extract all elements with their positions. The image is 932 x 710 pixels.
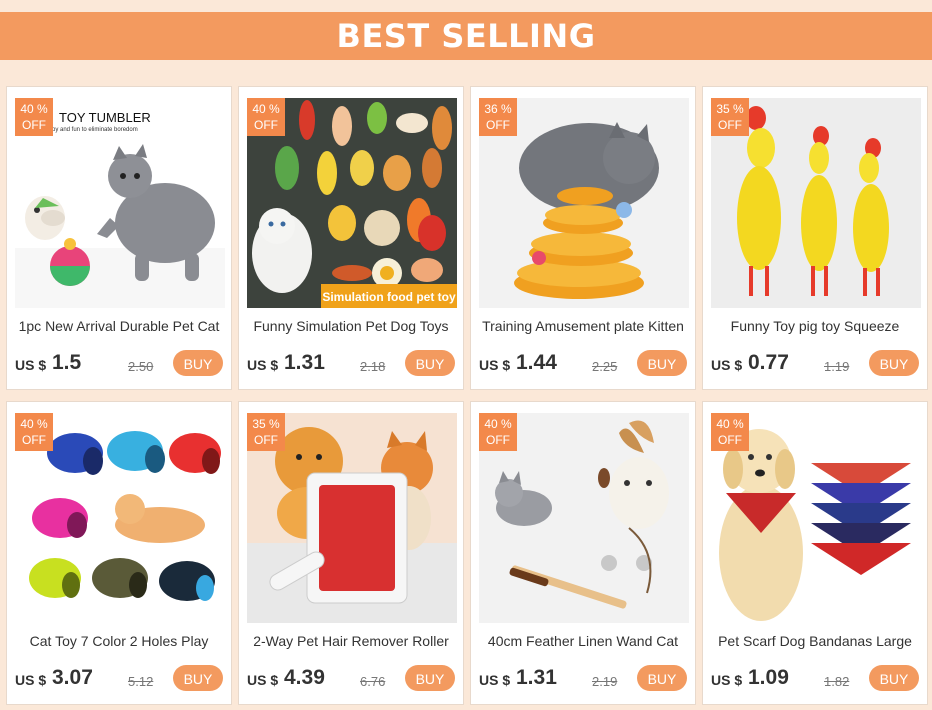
product-title[interactable]: Training Amusement plate Kitten	[477, 318, 689, 334]
currency-label: US $	[247, 357, 279, 373]
old-price: 2.25	[592, 359, 618, 374]
price: 1.31	[516, 666, 557, 689]
price-row: US $ 4.39 6.76 BUY	[247, 665, 455, 693]
discount-off-label: OFF	[254, 433, 278, 447]
old-price: 2.18	[360, 359, 386, 374]
price-row: US $ 3.07 5.12 BUY	[15, 665, 223, 693]
product-card[interactable]: 35 % OFF 2-Way Pet Hair Remover Roller U…	[238, 401, 464, 705]
product-image[interactable]: 40 % OFF	[479, 413, 689, 623]
price: 0.77	[748, 351, 789, 374]
buy-button[interactable]: BUY	[637, 665, 687, 691]
product-card[interactable]: 40 % OFF Simulation food pet toy Funny S…	[238, 86, 464, 390]
discount-percent: 40 %	[20, 102, 48, 116]
price-row: US $ 1.5 2.50 BUY	[15, 350, 223, 378]
section-header: BEST SELLING	[0, 12, 932, 60]
product-title[interactable]: 40cm Feather Linen Wand Cat	[477, 633, 689, 649]
buy-button[interactable]: BUY	[173, 665, 223, 691]
discount-percent: 40 %	[716, 417, 744, 431]
product-card[interactable]: 36 % OFF Training Amusement plate Kitten	[470, 86, 696, 390]
currency-label: US $	[479, 672, 511, 688]
price-row: US $ 1.31 2.18 BUY	[247, 350, 455, 378]
product-title[interactable]: 2-Way Pet Hair Remover Roller	[245, 633, 457, 649]
buy-button[interactable]: BUY	[405, 350, 455, 376]
price-row: US $ 1.44 2.25 BUY	[479, 350, 687, 378]
product-image[interactable]: 40 % OFF	[711, 413, 921, 623]
image-caption: TOY TUMBLER	[59, 110, 151, 125]
old-price: 2.19	[592, 674, 618, 689]
currency-label: US $	[479, 357, 511, 373]
product-title[interactable]: 1pc New Arrival Durable Pet Cat	[13, 318, 225, 334]
discount-badge: 35 % OFF	[247, 413, 285, 451]
discount-off-label: OFF	[22, 118, 46, 132]
product-card[interactable]: 35 % OFF Funny Toy pig toy Squeeze US $ …	[702, 86, 928, 390]
image-subcaption: Joy and fun to eliminate boredom	[49, 127, 138, 133]
product-card[interactable]: 40 % OFF TOY TUMBLER Joy and fun to elim…	[6, 86, 232, 390]
buy-button[interactable]: BUY	[869, 350, 919, 376]
discount-off-label: OFF	[22, 433, 46, 447]
product-title[interactable]: Funny Simulation Pet Dog Toys	[245, 318, 457, 334]
discount-badge: 40 % OFF	[711, 413, 749, 451]
discount-percent: 36 %	[484, 102, 512, 116]
currency-label: US $	[15, 672, 47, 688]
discount-percent: 35 %	[716, 102, 744, 116]
product-image[interactable]: 36 % OFF	[479, 98, 689, 308]
discount-percent: 35 %	[252, 417, 280, 431]
discount-off-label: OFF	[718, 118, 742, 132]
discount-badge: 35 % OFF	[711, 98, 749, 136]
product-image[interactable]: 40 % OFF	[15, 413, 225, 623]
discount-off-label: OFF	[254, 118, 278, 132]
currency-label: US $	[711, 357, 743, 373]
product-image[interactable]: 35 % OFF	[247, 413, 457, 623]
price: 1.09	[748, 666, 789, 689]
product-card[interactable]: 40 % OFF 40cm Feather Linen Wand Cat US …	[470, 401, 696, 705]
product-title[interactable]: Cat Toy 7 Color 2 Holes Play	[13, 633, 225, 649]
price: 1.31	[284, 351, 325, 374]
discount-percent: 40 %	[484, 417, 512, 431]
product-image[interactable]: 35 % OFF	[711, 98, 921, 308]
price-row: US $ 1.09 1.82 BUY	[711, 665, 919, 693]
discount-off-label: OFF	[718, 433, 742, 447]
currency-label: US $	[15, 357, 47, 373]
currency-label: US $	[711, 672, 743, 688]
product-card[interactable]: 40 % OFF Cat Toy 7 Color 2 Holes Play US…	[6, 401, 232, 705]
old-price: 1.82	[824, 674, 850, 689]
price: 3.07	[52, 666, 93, 689]
old-price: 2.50	[128, 359, 154, 374]
price: 1.44	[516, 351, 557, 374]
product-card[interactable]: 40 % OFF Pet Scarf Dog Bandanas Large US…	[702, 401, 928, 705]
buy-button[interactable]: BUY	[637, 350, 687, 376]
image-caption: Simulation food pet toy	[322, 290, 456, 304]
price-row: US $ 0.77 1.19 BUY	[711, 350, 919, 378]
old-price: 6.76	[360, 674, 386, 689]
price-row: US $ 1.31 2.19 BUY	[479, 665, 687, 693]
discount-off-label: OFF	[486, 118, 510, 132]
price: 4.39	[284, 666, 325, 689]
product-image[interactable]: 40 % OFF TOY TUMBLER Joy and fun to elim…	[15, 98, 225, 308]
section-title: BEST SELLING	[336, 17, 596, 55]
price: 1.5	[52, 351, 82, 374]
buy-button[interactable]: BUY	[869, 665, 919, 691]
discount-badge: 40 % OFF	[15, 98, 53, 136]
buy-button[interactable]: BUY	[405, 665, 455, 691]
old-price: 5.12	[128, 674, 154, 689]
discount-percent: 40 %	[20, 417, 48, 431]
top-strip	[0, 0, 932, 12]
discount-off-label: OFF	[486, 433, 510, 447]
product-title[interactable]: Pet Scarf Dog Bandanas Large	[709, 633, 921, 649]
discount-percent: 40 %	[252, 102, 280, 116]
product-title[interactable]: Funny Toy pig toy Squeeze	[709, 318, 921, 334]
buy-button[interactable]: BUY	[173, 350, 223, 376]
discount-badge: 40 % OFF	[479, 413, 517, 451]
discount-badge: 40 % OFF	[15, 413, 53, 451]
discount-badge: 36 % OFF	[479, 98, 517, 136]
currency-label: US $	[247, 672, 279, 688]
discount-badge: 40 % OFF	[247, 98, 285, 136]
product-image[interactable]: 40 % OFF	[247, 98, 457, 308]
old-price: 1.19	[824, 359, 850, 374]
